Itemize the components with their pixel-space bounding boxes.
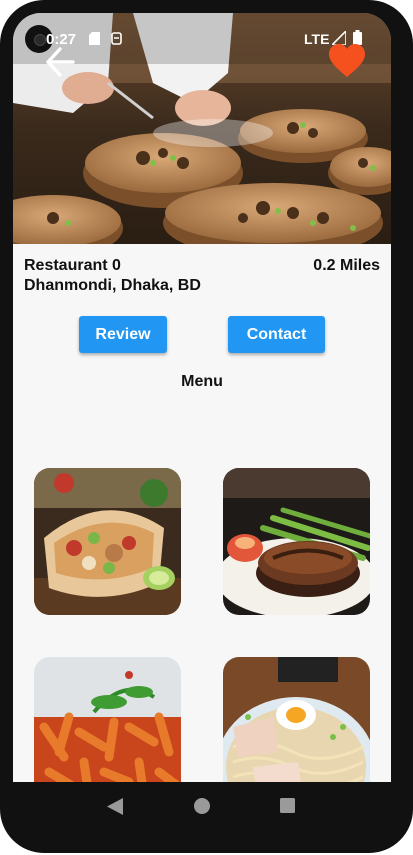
triangle-back-icon[interactable] bbox=[107, 798, 123, 815]
sd-card-icon bbox=[89, 32, 100, 45]
menu-item-burrito[interactable] bbox=[34, 468, 181, 615]
system-navigation-bar bbox=[0, 782, 413, 832]
glazed-steak-photo bbox=[223, 468, 370, 615]
favorite-button[interactable] bbox=[327, 43, 367, 79]
menu-item-ramen[interactable] bbox=[223, 657, 370, 782]
contact-button[interactable]: Contact bbox=[228, 316, 325, 353]
heart-icon bbox=[329, 44, 365, 77]
menu-item-pasta[interactable] bbox=[34, 657, 181, 782]
menu-item-steak[interactable] bbox=[223, 468, 370, 615]
restaurant-distance: 0.2 Miles bbox=[313, 257, 380, 274]
network-type: LTE bbox=[304, 31, 330, 47]
ramen-bowl-photo bbox=[223, 657, 370, 782]
square-recents-icon[interactable] bbox=[280, 798, 295, 813]
penne-pasta-photo bbox=[34, 657, 181, 782]
restaurant-info: Restaurant 0 Dhanmondi, Dhaka, BD 0.2 Mi… bbox=[24, 256, 380, 296]
back-button[interactable] bbox=[43, 45, 79, 79]
arrow-left-icon bbox=[46, 47, 75, 77]
review-button[interactable]: Review bbox=[79, 316, 167, 353]
app-notification-icon bbox=[111, 32, 122, 45]
phone-frame: 0:27 LTE Restaurant 0 Dhanmondi, Dhaka, … bbox=[0, 0, 413, 853]
restaurant-address: Dhanmondi, Dhaka, BD bbox=[24, 277, 201, 294]
burrito-wrap-photo bbox=[34, 468, 181, 615]
app-screen: 0:27 LTE Restaurant 0 Dhanmondi, Dhaka, … bbox=[13, 13, 391, 782]
circle-home-icon[interactable] bbox=[194, 798, 210, 814]
menu-heading: Menu bbox=[181, 373, 223, 390]
